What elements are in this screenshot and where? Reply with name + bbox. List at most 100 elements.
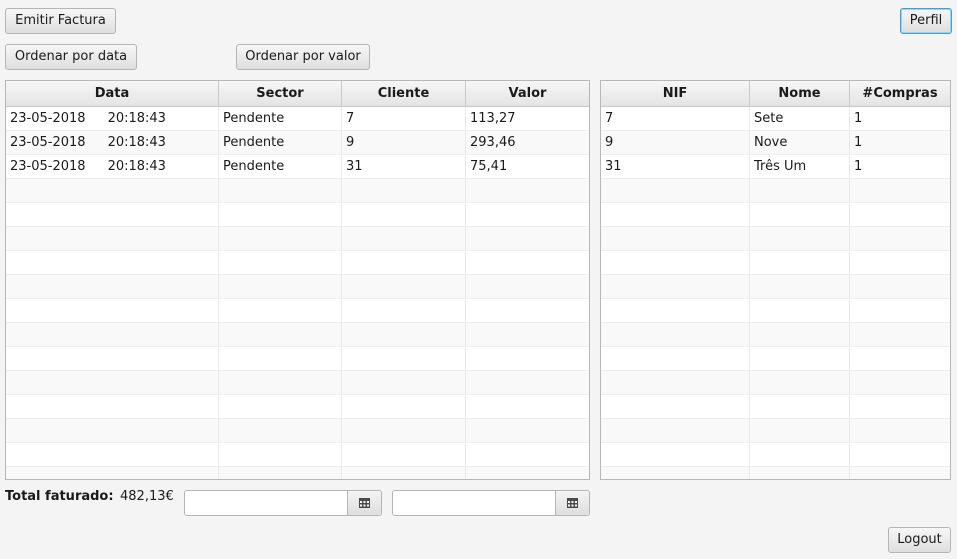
column-header-cliente[interactable]: Cliente <box>342 81 466 106</box>
table-row[interactable]: 31 Três Um 1 <box>601 155 950 179</box>
cell-compras: 1 <box>854 159 863 174</box>
empty-cell <box>750 203 850 226</box>
date-from-input[interactable] <box>185 491 347 515</box>
empty-cell <box>342 371 466 394</box>
empty-table-row <box>601 443 950 467</box>
cell-valor: 293,46 <box>470 135 516 150</box>
empty-cell <box>601 347 750 370</box>
cell-sector: Pendente <box>219 107 342 130</box>
empty-cell <box>850 371 950 394</box>
cell-time: 20:18:43 <box>107 159 166 174</box>
empty-cell <box>750 227 850 250</box>
empty-cell <box>601 419 750 442</box>
ordenar-por-data-button[interactable]: Ordenar por data <box>5 44 137 70</box>
empty-cell <box>219 371 342 394</box>
empty-cell <box>342 299 466 322</box>
total-faturado-label: Total faturado: <box>5 489 114 504</box>
empty-cell <box>850 467 950 479</box>
cell-cliente: 7 <box>342 107 466 130</box>
column-header-nome[interactable]: Nome <box>750 81 850 106</box>
empty-cell <box>219 203 342 226</box>
column-header-nif[interactable]: NIF <box>601 81 750 106</box>
empty-table-row <box>601 179 950 203</box>
empty-table-row <box>6 395 589 419</box>
empty-cell <box>601 203 750 226</box>
cell-sector: Pendente <box>219 131 342 154</box>
cell-cliente: 31 <box>342 155 466 178</box>
empty-table-row <box>601 251 950 275</box>
column-header-sector[interactable]: Sector <box>219 81 342 106</box>
empty-cell <box>219 251 342 274</box>
invoices-table-header: Data Sector Cliente Valor <box>6 81 589 107</box>
ordenar-por-valor-button[interactable]: Ordenar por valor <box>236 44 370 70</box>
empty-cell <box>850 299 950 322</box>
clients-table[interactable]: NIF Nome #Compras 7 Sete 1 9 Nove 1 31 T… <box>600 80 951 480</box>
empty-cell <box>466 251 589 274</box>
cell-date: 23-05-2018 <box>10 159 86 174</box>
table-row[interactable]: 23-05-2018 20:18:43 Pendente 9 293,46 <box>6 131 589 155</box>
empty-cell <box>750 347 850 370</box>
empty-cell <box>850 395 950 418</box>
calendar-icon <box>359 498 370 508</box>
cell-time: 20:18:43 <box>107 135 166 150</box>
empty-cell <box>466 371 589 394</box>
empty-cell <box>219 419 342 442</box>
empty-cell <box>750 275 850 298</box>
empty-table-row <box>6 347 589 371</box>
empty-cell <box>342 443 466 466</box>
column-header-compras[interactable]: #Compras <box>850 81 950 106</box>
cell-nif: 7 <box>601 107 750 130</box>
empty-cell <box>6 251 219 274</box>
calendar-icon <box>567 498 578 508</box>
date-from-picker[interactable] <box>184 490 382 516</box>
empty-cell <box>6 395 219 418</box>
empty-cell <box>219 443 342 466</box>
empty-cell <box>6 443 219 466</box>
invoices-table-body: 23-05-2018 20:18:43 Pendente 7 113,27 23-… <box>6 107 589 479</box>
date-to-input[interactable] <box>393 491 555 515</box>
empty-cell <box>6 419 219 442</box>
empty-cell <box>466 179 589 202</box>
empty-cell <box>750 179 850 202</box>
clients-table-body: 7 Sete 1 9 Nove 1 31 Três Um 1 <box>601 107 950 479</box>
empty-table-row <box>6 251 589 275</box>
empty-cell <box>466 323 589 346</box>
invoices-table[interactable]: Data Sector Cliente Valor 23-05-2018 20:1… <box>5 80 590 480</box>
empty-cell <box>850 227 950 250</box>
table-row[interactable]: 7 Sete 1 <box>601 107 950 131</box>
table-row[interactable]: 23-05-2018 20:18:43 Pendente 31 75,41 <box>6 155 589 179</box>
column-header-data[interactable]: Data <box>6 81 219 106</box>
empty-table-row <box>6 467 589 479</box>
empty-cell <box>342 347 466 370</box>
date-to-calendar-button[interactable] <box>555 491 589 515</box>
column-header-valor[interactable]: Valor <box>466 81 589 106</box>
cell-compras: 1 <box>854 111 863 126</box>
table-row[interactable]: 23-05-2018 20:18:43 Pendente 7 113,27 <box>6 107 589 131</box>
empty-cell <box>466 419 589 442</box>
cell-compras: 1 <box>854 135 863 150</box>
empty-cell <box>850 443 950 466</box>
empty-cell <box>219 227 342 250</box>
empty-cell <box>850 275 950 298</box>
empty-cell <box>219 323 342 346</box>
empty-table-row <box>601 371 950 395</box>
empty-cell <box>750 419 850 442</box>
date-from-calendar-button[interactable] <box>347 491 381 515</box>
empty-cell <box>750 299 850 322</box>
empty-cell <box>342 179 466 202</box>
cell-nif: 9 <box>601 131 750 154</box>
empty-cell <box>6 323 219 346</box>
empty-cell <box>601 371 750 394</box>
logout-button[interactable]: Logout <box>888 527 951 553</box>
empty-cell <box>6 275 219 298</box>
emitir-factura-button[interactable]: Emitir Factura <box>5 8 116 34</box>
cell-valor: 113,27 <box>470 111 516 126</box>
table-row[interactable]: 9 Nove 1 <box>601 131 950 155</box>
date-to-picker[interactable] <box>392 490 590 516</box>
empty-cell <box>850 419 950 442</box>
empty-table-row <box>6 203 589 227</box>
empty-table-row <box>6 275 589 299</box>
perfil-button[interactable]: Perfil <box>900 8 952 34</box>
cell-data: 23-05-2018 20:18:43 <box>6 131 219 154</box>
empty-table-row <box>601 419 950 443</box>
